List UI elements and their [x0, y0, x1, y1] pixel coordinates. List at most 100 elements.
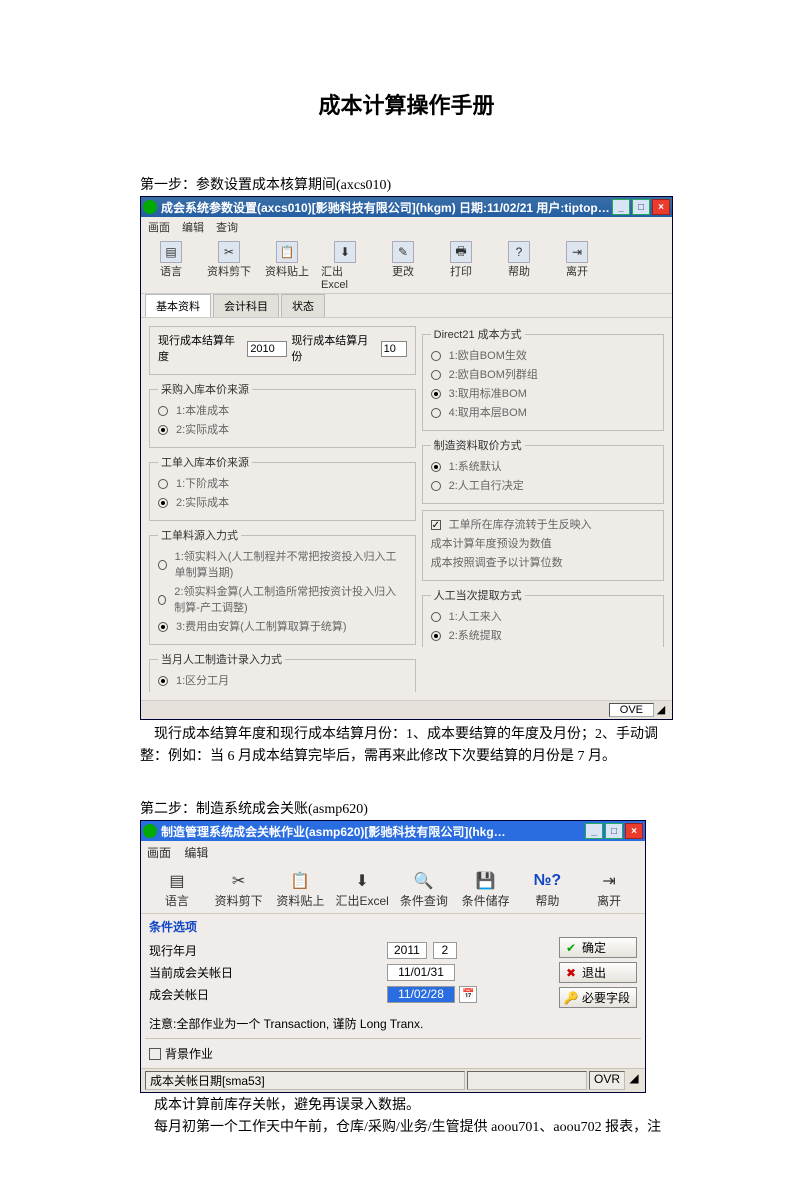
- checkbox-icon[interactable]: [431, 520, 441, 530]
- radio-icon[interactable]: [431, 351, 441, 361]
- app-icon: [143, 824, 157, 838]
- maximize-button[interactable]: □: [632, 199, 650, 215]
- resize-grip-icon[interactable]: ◢: [627, 1071, 641, 1090]
- maximize-button[interactable]: □: [605, 823, 623, 839]
- step-1-heading: 第一步：参数设置成本核算期间(axcs010): [140, 174, 673, 194]
- radio-icon[interactable]: [158, 676, 168, 686]
- radio-icon[interactable]: [158, 560, 167, 570]
- background-job-label: 背景作业: [165, 1045, 213, 1062]
- tool-exit[interactable]: ⇥离开: [579, 870, 639, 909]
- current-year-month-label: 现行年月: [149, 942, 387, 959]
- tool-exit[interactable]: ⇥离开: [553, 241, 601, 291]
- tool-paste[interactable]: 📋资料贴上: [271, 870, 331, 909]
- flag-icon: ▤: [164, 870, 190, 892]
- group-monthly-labor: 当月人工制造计录入力式 1:区分工月: [149, 651, 416, 692]
- status-bar: 成本关帐日期[sma53] OVR ◢: [141, 1068, 645, 1092]
- menu-item[interactable]: 画面: [145, 219, 173, 235]
- section-label: 条件选项: [141, 914, 645, 937]
- resize-grip-icon[interactable]: ◢: [654, 703, 668, 717]
- radio-icon[interactable]: [431, 389, 441, 399]
- radio-icon[interactable]: [158, 595, 166, 605]
- menu-item[interactable]: 编辑: [184, 846, 208, 860]
- radio-icon[interactable]: [158, 406, 168, 416]
- tool-cut[interactable]: ✂资料剪下: [205, 241, 253, 291]
- tab-account[interactable]: 会计科目: [213, 294, 279, 317]
- app-icon: [143, 200, 157, 214]
- status-bar: OVE ◢: [141, 700, 672, 719]
- tool-paste[interactable]: 📋资料贴上: [263, 241, 311, 291]
- date-picker-button[interactable]: 📅: [459, 986, 477, 1003]
- tool-export[interactable]: ⬇汇出Excel: [321, 241, 369, 291]
- flag-icon: ▤: [160, 241, 182, 263]
- current-month-value: 2: [433, 942, 457, 959]
- period-month-input[interactable]: [381, 341, 407, 357]
- exit-button[interactable]: ✖退出: [559, 962, 637, 983]
- background-job-checkbox[interactable]: [149, 1048, 161, 1060]
- radio-icon[interactable]: [431, 408, 441, 418]
- current-close-label: 当前成会关帐日: [149, 964, 387, 981]
- window-asmp620: 制造管理系统成会关帐作业(asmp620)[影驰科技有限公司](hkg… _ □…: [140, 820, 646, 1093]
- transaction-note: 注意:全部作业为一个 Transaction, 谨防 Long Tranx.: [141, 1011, 645, 1038]
- tool-help[interactable]: ?帮助: [495, 241, 543, 291]
- menu-item[interactable]: 查询: [213, 219, 241, 235]
- radio-icon[interactable]: [431, 462, 441, 472]
- check-icon: ✔: [564, 941, 578, 955]
- paste-icon: 📋: [276, 241, 298, 263]
- close-date-label: 成会关帐日: [149, 986, 387, 1003]
- tab-basic[interactable]: 基本资料: [145, 294, 211, 317]
- radio-icon[interactable]: [431, 370, 441, 380]
- radio-icon[interactable]: [158, 498, 168, 508]
- titlebar: 制造管理系统成会关帐作业(asmp620)[影驰科技有限公司](hkg… _ □…: [141, 821, 645, 841]
- group-wo-source: 工单料源入力式 1:领实料入(人工制程并不常把按资投入归入工单制算当期) 2:领…: [149, 527, 416, 645]
- radio-icon[interactable]: [431, 481, 441, 491]
- required-fields-button[interactable]: 🔑必要字段: [559, 987, 637, 1008]
- close-button[interactable]: ×: [625, 823, 643, 839]
- radio-icon[interactable]: [431, 612, 441, 622]
- period-year-label: 现行成本结算年度: [158, 333, 243, 365]
- exit-icon: ⇥: [566, 241, 588, 263]
- edit-icon: ✎: [392, 241, 414, 263]
- status-left: 成本关帐日期[sma53]: [145, 1071, 465, 1090]
- group-direct21: Direct21 成本方式 1:欧自BOM生效 2:欧自BOM列群组 3:取用标…: [422, 326, 664, 431]
- group-labor: 人工当次提取方式 1:人工来入 2:系统提取: [422, 587, 664, 647]
- radio-icon[interactable]: [158, 479, 168, 489]
- status-mid: [467, 1071, 587, 1090]
- titlebar: 成会系统参数设置(axcs010)[影驰科技有限公司](hkgm) 日期:11/…: [141, 197, 672, 217]
- menubar: 画面 编辑 查询: [141, 217, 672, 237]
- excel-icon: ⬇: [334, 241, 356, 263]
- period-year-input[interactable]: [247, 341, 287, 357]
- period-month-label: 现行成本结算月份: [291, 333, 376, 365]
- window-axcs010: 成会系统参数设置(axcs010)[影驰科技有限公司](hkgm) 日期:11/…: [140, 196, 673, 720]
- menu-item[interactable]: 编辑: [179, 219, 207, 235]
- tool-help[interactable]: №?帮助: [518, 870, 578, 909]
- window-title: 制造管理系统成会关帐作业(asmp620)[影驰科技有限公司](hkg…: [161, 823, 585, 840]
- radio-icon[interactable]: [431, 631, 441, 641]
- tool-edit[interactable]: ✎更改: [379, 241, 427, 291]
- group-misc-checks: 工单所在库存流转于生反映入 成本计算年度预设为数值 成本按照调查予以计算位数: [422, 510, 664, 581]
- tool-language[interactable]: ▤语言: [147, 241, 195, 291]
- tool-print[interactable]: 🖶打印: [437, 241, 485, 291]
- tool-language[interactable]: ▤语言: [147, 870, 207, 909]
- menu-item[interactable]: 画面: [147, 846, 171, 860]
- tool-cut[interactable]: ✂资料剪下: [209, 870, 269, 909]
- close-date-input[interactable]: 11/02/28: [387, 986, 455, 1003]
- tool-save-cond[interactable]: 💾条件储存: [456, 870, 516, 909]
- current-year-value: 2011: [387, 942, 427, 959]
- tab-status[interactable]: 状态: [281, 294, 325, 317]
- current-close-value: 11/01/31: [387, 964, 455, 981]
- key-icon: 🔑: [564, 991, 578, 1005]
- minimize-button[interactable]: _: [585, 823, 603, 839]
- document-title: 成本计算操作手册: [140, 88, 673, 120]
- radio-icon[interactable]: [158, 622, 168, 632]
- tool-query[interactable]: 🔍条件查询: [394, 870, 454, 909]
- tabs: 基本资料 会计科目 状态: [141, 294, 672, 318]
- step-2-heading: 第二步：制造系统成会关账(asmp620): [140, 798, 673, 818]
- toolbar: ▤语言 ✂资料剪下 📋资料贴上 ⬇汇出Excel 🔍条件查询 💾条件储存 №?帮…: [141, 864, 645, 914]
- minimize-button[interactable]: _: [612, 199, 630, 215]
- paragraph-1: 现行成本结算年度和现行成本结算月份：1、成本要结算的年度及月份；2、手动调整：例…: [140, 724, 673, 768]
- ok-button[interactable]: ✔确定: [559, 937, 637, 958]
- help-icon: №?: [534, 870, 560, 892]
- close-button[interactable]: ×: [652, 199, 670, 215]
- radio-icon[interactable]: [158, 425, 168, 435]
- tool-export[interactable]: ⬇汇出Excel: [332, 870, 392, 909]
